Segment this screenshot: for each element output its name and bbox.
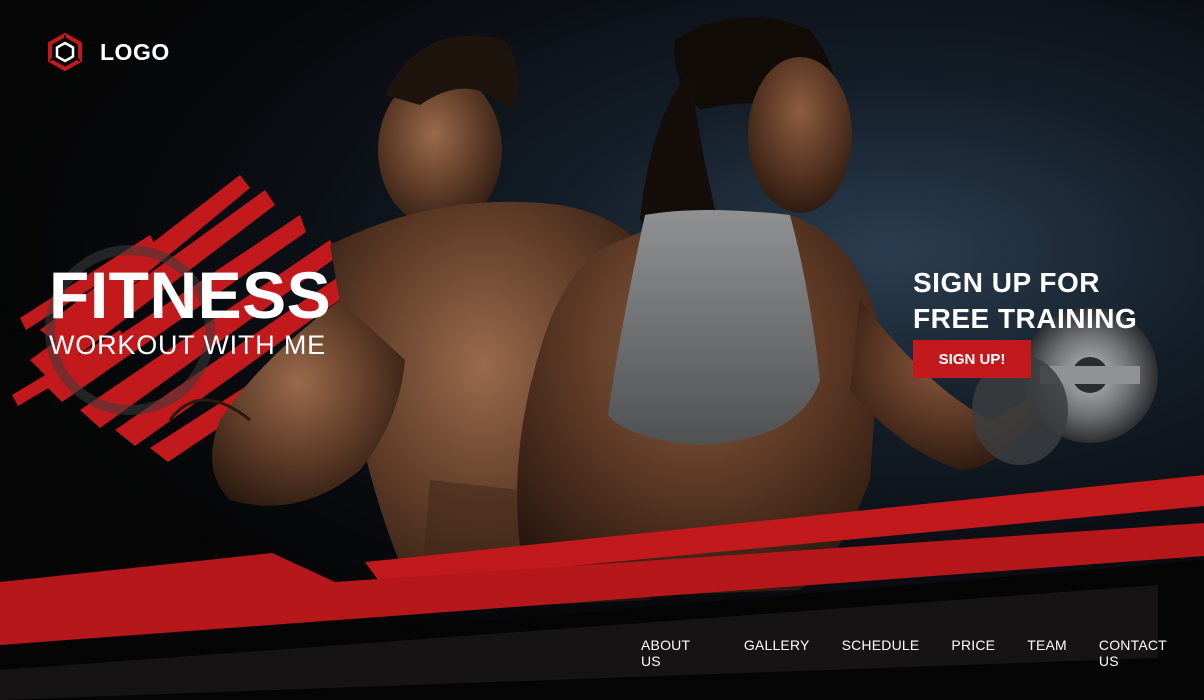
nav-item-schedule[interactable]: SCHEDULE bbox=[826, 633, 936, 673]
logo-text: LOGO bbox=[100, 38, 170, 65]
cta-heading-line2: FREE TRAINING bbox=[913, 303, 1138, 334]
nav-item-gallery[interactable]: GALLERY bbox=[728, 633, 826, 673]
hero-title: FITNESS bbox=[49, 258, 332, 332]
cta-heading: SIGN UP FOR FREE TRAINING bbox=[913, 265, 1193, 337]
nav-item-contact-us[interactable]: CONTACT US bbox=[1083, 633, 1204, 673]
cta-heading-line1: SIGN UP FOR bbox=[913, 267, 1101, 298]
footer-nav: ABOUT US GALLERY SCHEDULE PRICE TEAM CON… bbox=[625, 633, 1204, 673]
nav-item-price[interactable]: PRICE bbox=[935, 633, 1011, 673]
hero-subtitle: WORKOUT WITH ME bbox=[49, 330, 326, 360]
sign-up-button[interactable]: SIGN UP! bbox=[913, 340, 1031, 378]
hexagon-logo-icon bbox=[48, 33, 82, 71]
nav-item-team[interactable]: TEAM bbox=[1011, 633, 1083, 673]
logo[interactable]: LOGO bbox=[47, 33, 170, 71]
nav-item-about-us[interactable]: ABOUT US bbox=[625, 633, 728, 673]
hero-section: LOGO FITNESS WORKOUT WITH ME SIGN UP FOR… bbox=[0, 0, 1204, 700]
